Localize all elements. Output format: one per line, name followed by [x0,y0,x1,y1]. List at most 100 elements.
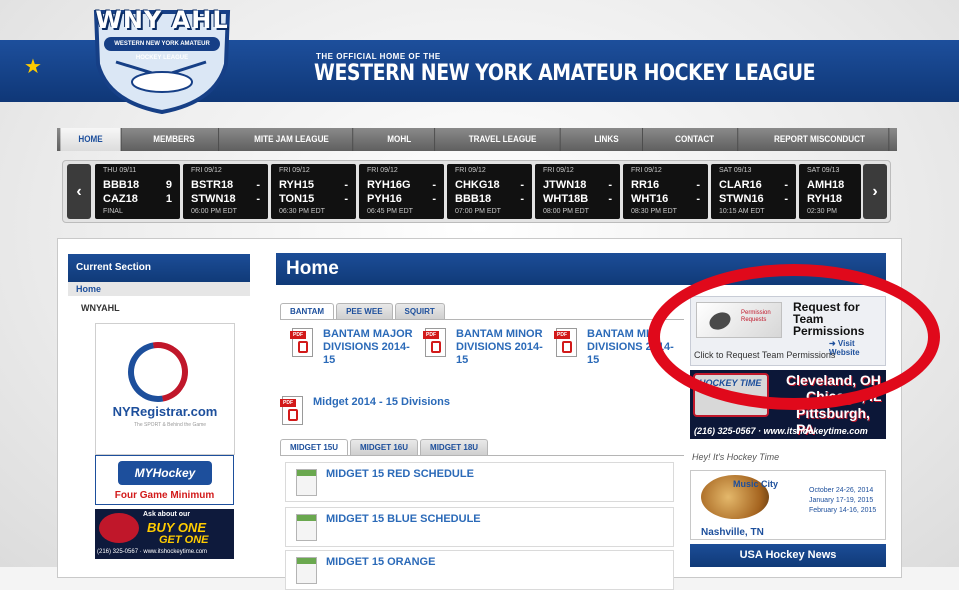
game-date: FRI 09/12 [191,167,222,174]
sidebar-home-link[interactable]: Home [68,282,250,296]
tab-midget-15u[interactable]: MIDGET 15U [280,439,349,455]
pdf-link-text: BANTAM MINOR DIVISIONS 2014-15 [456,328,543,366]
schedule-link[interactable]: MIDGET 15 ORANGE [326,556,435,568]
schedule-row[interactable]: MIDGET 15 BLUE SCHEDULE [285,507,674,547]
game-score1: - [520,179,524,191]
division-tabs: BANTAM PEE WEE SQUIRT [280,303,445,319]
document-icon [296,514,317,541]
game-card[interactable]: FRI 09/12 JTWN18 - WHT18B - 08:00 PM EDT [535,164,620,219]
myhockey-tournaments-ad[interactable]: MYHockey TOURNAMENTS Four Game Minimum [95,455,234,505]
game-score1: - [784,179,788,191]
music-city-date: February 14-16, 2015 [809,507,877,514]
nav-home[interactable]: HOME [60,128,122,151]
star-icon: ★ [24,56,42,78]
game-status: 07:00 PM EDT [455,208,501,215]
schedule-row[interactable]: MIDGET 15 ORANGE [285,550,674,590]
tab-squirt[interactable]: SQUIRT [394,303,445,319]
pdf-link[interactable]: PDF BANTAM MAJOR DIVISIONS 2014-15 [290,328,415,367]
game-status: 02:30 PM [807,208,837,215]
game-date: FRI 09/12 [279,167,310,174]
midget-tabs: MIDGET 15U MIDGET 16U MIDGET 18U [280,439,489,455]
game-team1: AMH18 [807,179,845,191]
pdf-icon: PDF [554,328,579,358]
game-team1: RYH15 [279,179,315,191]
site-logo[interactable]: WNY AHL WESTERN NEW YORK AMATEUR HOCKEY … [76,4,248,114]
hockeytime-buy-text: BUY ONE [147,520,206,535]
pdf-link[interactable]: PDF BANTAM MINOR DIVISIONS 2014-15 [423,328,548,367]
game-score1: - [696,179,700,191]
scores-next-button[interactable]: › [863,164,887,219]
hockeytime-ask-text: Ask about our [143,511,191,518]
pdf-link-text: Midget 2014 - 15 Divisions [313,396,450,408]
game-card[interactable]: THU 09/11 BBB18 9 CAZ18 1 FINAL [95,164,180,219]
game-score2: - [608,193,612,205]
game-score2: - [696,193,700,205]
tab-pee-wee[interactable]: PEE WEE [336,303,393,319]
game-date: FRI 09/12 [543,167,574,174]
game-team2: TON15 [279,193,315,205]
schedule-link[interactable]: MIDGET 15 RED SCHEDULE [326,468,474,480]
hockeytime-small-ad[interactable]: Ask about our BUY ONE GET ONE (216) 325-… [95,509,234,559]
tab-midget-18u[interactable]: MIDGET 18U [420,439,489,455]
pdf-icon: PDF [423,328,448,358]
document-icon [296,469,317,496]
game-card[interactable]: FRI 09/12 RYH16G - PYH16 - 06:45 PM EDT [359,164,444,219]
game-team1: CHKG18 [455,179,500,191]
nav-contact[interactable]: CONTACT [652,128,739,151]
schedule-row[interactable]: MIDGET 15 RED SCHEDULE [285,462,674,502]
hockey-time-caption: Hey! It's Hockey Time [692,452,780,462]
league-title: WESTERN NEW YORK AMATEUR HOCKEY LEAGUE [314,61,816,86]
usa-hockey-news-heading[interactable]: USA Hockey News [690,544,886,567]
game-score2: - [256,193,260,205]
game-card[interactable]: FRI 09/12 BSTR18 - STWN18 - 06:00 PM EDT [183,164,268,219]
game-date: FRI 09/12 [367,167,398,174]
game-status: FINAL [103,208,123,215]
game-team2: WHT16 [631,193,669,205]
nyregistrar-text: NYRegistrar.com [112,404,218,419]
main-nav: HOME MEMBERS MITE JAM LEAGUE MOHL TRAVEL… [57,128,897,151]
nav-report-misconduct[interactable]: REPORT MISCONDUCT [751,128,890,151]
game-team2: STWN16 [719,193,764,205]
music-city-ad[interactable]: Music City October 24-26, 2014 January 1… [690,470,886,540]
game-team2: BBB18 [455,193,492,205]
official-home-label: THE OFFICIAL HOME OF THE [316,52,441,61]
pdf-link-text: BANTAM MAJOR DIVISIONS 2014-15 [323,328,413,366]
myhockey-footer: Four Game Minimum [114,490,215,501]
sidebar-section-label[interactable]: WNYAHL [81,303,120,313]
music-city-location: Nashville, TN [701,527,764,538]
game-date: FRI 09/12 [631,167,662,174]
game-status: 06:00 PM EDT [191,208,237,215]
sidebar-heading: Current Section [68,254,250,282]
music-city-date: January 17-19, 2015 [809,497,874,504]
tab-bantam[interactable]: BANTAM [280,303,335,319]
game-team1: JTWN18 [543,179,587,191]
game-score2: - [344,193,348,205]
nyregistrar-ad[interactable]: NYRegistrar.com The SPORT & Behind the G… [95,323,235,455]
game-card[interactable]: FRI 09/12 RYH15 - TON15 - 06:30 PM EDT [271,164,356,219]
nav-travel-league[interactable]: TRAVEL LEAGUE [445,128,561,151]
pdf-icon: PDF [290,328,315,358]
nav-mohl[interactable]: MOHL [364,128,436,151]
game-score1: - [256,179,260,191]
scores-prev-button[interactable]: ‹ [67,164,91,219]
game-card[interactable]: SAT 09/13 AMH18 RYH18 02:30 PM [799,164,861,219]
game-date: SAT 09/13 [807,167,840,174]
hockeytime-get-text: GET ONE [159,534,209,546]
game-status: 08:00 PM EDT [543,208,589,215]
pdf-icon: PDF [280,396,305,426]
nav-mite-jam-league[interactable]: MITE JAM LEAGUE [231,128,353,151]
nyregistrar-swoosh-icon [116,330,200,414]
tab-midget-16u[interactable]: MIDGET 16U [350,439,419,455]
game-card[interactable]: SAT 09/13 CLAR16 - STWN16 - 10:15 AM EDT [711,164,796,219]
tabs-divider [280,455,684,456]
game-card[interactable]: FRI 09/12 CHKG18 - BBB18 - 07:00 PM EDT [447,164,532,219]
game-score1: - [432,179,436,191]
nav-links[interactable]: LINKS [571,128,643,151]
logo-subtext: WESTERN NEW YORK AMATEUR HOCKEY LEAGUE [104,37,220,61]
pdf-link[interactable]: PDF Midget 2014 - 15 Divisions [280,396,660,426]
game-team1: BBB18 [103,179,140,191]
nav-members[interactable]: MEMBERS [130,128,219,151]
game-team2: RYH18 [807,193,843,205]
game-card[interactable]: FRI 09/12 RR16 - WHT16 - 08:30 PM EDT [623,164,708,219]
schedule-link[interactable]: MIDGET 15 BLUE SCHEDULE [326,513,481,525]
